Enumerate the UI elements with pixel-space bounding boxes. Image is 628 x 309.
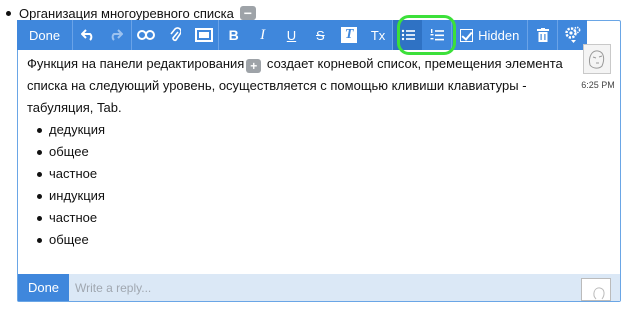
content-paragraph: Функция на панели редактирования + создае… (27, 53, 567, 119)
image-icon[interactable] (189, 20, 218, 50)
paragraph-part-1: Функция на панели редактирования (27, 56, 245, 71)
done-button[interactable]: Done (17, 20, 74, 50)
italic-button[interactable]: I (248, 20, 277, 50)
bold-button[interactable]: B (219, 20, 248, 50)
reply-input[interactable] (73, 276, 557, 299)
text-style-button[interactable]: T (335, 20, 364, 50)
strikethrough-button[interactable]: S (306, 20, 335, 50)
hidden-label: Hidden (478, 27, 520, 43)
text-style-icon: T (341, 27, 358, 43)
editor-content[interactable]: Функция на панели редактирования + создае… (27, 53, 567, 251)
reply-avatar (581, 278, 611, 301)
timestamp: 6:25 PM (581, 80, 615, 90)
top-item-text: Организация многоуревного списка (19, 5, 234, 21)
undo-icon[interactable] (73, 20, 102, 50)
numbered-list-icon[interactable] (422, 20, 451, 50)
editor-toolbar: Done B I U S T Tx Hidden (17, 20, 587, 50)
hidden-checkbox[interactable]: Hidden (452, 20, 527, 50)
bullet (6, 10, 11, 16)
list-item: частное (37, 207, 567, 229)
list-item: дедукция (37, 119, 567, 141)
underline-button[interactable]: U (277, 20, 306, 50)
avatar[interactable] (583, 44, 611, 74)
inline-comment-icon[interactable]: + (246, 59, 262, 73)
reply-done-button[interactable]: Done (18, 274, 69, 301)
list-item: общее (37, 141, 567, 163)
list-item: частное (37, 163, 567, 185)
checkbox-checked-icon (460, 28, 474, 42)
bullet-list-icon[interactable] (393, 20, 423, 50)
bullet-list: дедукция общее частное индукция частное … (27, 119, 567, 251)
clear-formatting-button[interactable]: Tx (364, 20, 393, 50)
link-icon[interactable] (132, 20, 161, 50)
list-item: общее (37, 229, 567, 251)
attachment-icon[interactable] (161, 20, 190, 50)
reply-bar: Done (18, 274, 620, 301)
list-item: индукция (37, 185, 567, 207)
trash-icon[interactable] (528, 20, 557, 50)
redo-icon[interactable] (102, 20, 131, 50)
collapse-button[interactable]: − (239, 6, 256, 20)
